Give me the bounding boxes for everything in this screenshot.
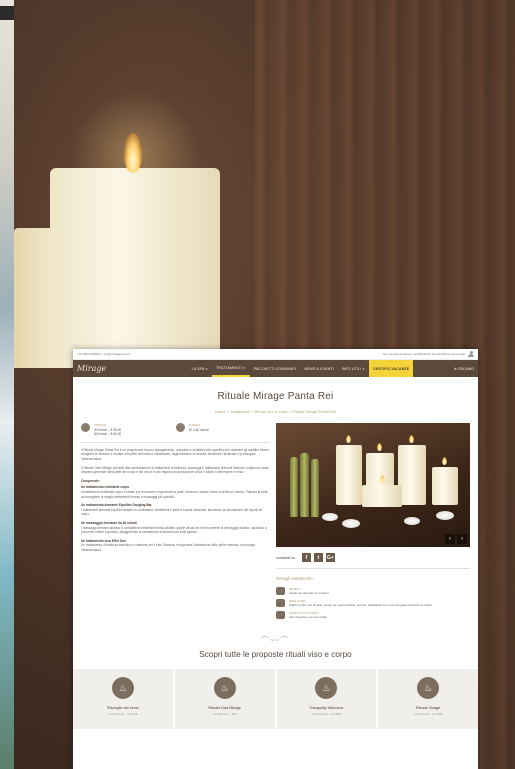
- section-paragraph: Il trattamento esfoliante corpo è ideale…: [81, 489, 268, 499]
- card-name: Rituale Visage: [415, 706, 441, 710]
- related-card[interactable]: ♨ Rituale Visage 3 trattamenti – da 100€: [378, 669, 478, 729]
- description-column: PREZZO 30 minuti – € 35,00 60 minuti – €…: [81, 423, 270, 623]
- card-name: Rituale Dad Mirage: [208, 706, 241, 710]
- intro-paragraph: Il Rituale Mirage Panta Rei è un program…: [81, 447, 270, 461]
- oil-bottle: [290, 457, 298, 517]
- main-nav: Mirage LA SPA ∨ TRATTAMENTI ∨ PACCHETTI …: [73, 360, 478, 377]
- topbar-right: Sei una parrucchiera o un'Estetista? Acc…: [383, 350, 474, 358]
- section-paragraph: I massaggi drenanti aiutano a combattere…: [81, 525, 267, 535]
- website-mockup: +39 0999 999999 • info@miragegroup.it Se…: [73, 349, 478, 769]
- nav-item-certificati[interactable]: CERTIFIC.VACANZE: [368, 360, 414, 377]
- info-row: PREZZO 30 minuti – € 35,00 60 minuti – €…: [81, 423, 270, 443]
- candle: [336, 445, 362, 505]
- detail-row-skin: IDEALE PER Adatto a tutti i tipi di pell…: [276, 599, 470, 607]
- people-icon: [276, 599, 285, 607]
- duration-info: DURATA 30 o 60 minuti: [175, 423, 271, 437]
- duration-value: 30 o 60 minuti: [188, 427, 209, 432]
- candle: [398, 445, 426, 505]
- user-icon[interactable]: [468, 350, 474, 358]
- prev-arrow-icon[interactable]: ‹: [445, 534, 455, 544]
- card-sub: 3 trattamenti – da 160€: [311, 712, 341, 716]
- main-content: PREZZO 30 minuti – € 35,00 60 minuti – €…: [73, 423, 478, 623]
- nav-item-trattamenti[interactable]: TRATTAMENTI ∨: [212, 360, 250, 377]
- share-label: condividi su: [276, 555, 295, 560]
- related-card[interactable]: ♨ Risveglio dei sensi 3 trattamenti – da…: [73, 669, 173, 729]
- card-name: Tranquility Welcome: [309, 706, 344, 710]
- spa-icon: ♨: [315, 677, 338, 699]
- login-notice[interactable]: Sei una parrucchiera o un'Estetista? Acc…: [383, 352, 465, 356]
- price-info: PREZZO 30 minuti – € 35,00 60 minuti – €…: [81, 423, 176, 437]
- section-paragraph: Un trattamento di bellezza intensivo e n…: [81, 543, 255, 552]
- flame: [409, 435, 414, 443]
- detail-value: Olio di jojoba e oli essenziali: [289, 615, 327, 619]
- nav-item-info[interactable]: INFO UTILI ∨: [338, 360, 369, 377]
- stone: [436, 511, 454, 520]
- flame: [380, 475, 385, 483]
- detail-value: Ideale per alleviare le tensioni.: [289, 591, 330, 595]
- slider-controls: ‹ ›: [445, 534, 467, 544]
- treatment-photo: ‹ ›: [276, 423, 470, 547]
- section-heading: Comprende:: [81, 478, 100, 483]
- spa-icon: ♨: [417, 677, 440, 699]
- menu: LA SPA ∨ TRATTAMENTI ∨ PACCHETTI COMBINA…: [188, 360, 414, 377]
- stone: [404, 517, 420, 525]
- flame: [442, 457, 447, 465]
- next-arrow-icon[interactable]: ›: [457, 534, 467, 544]
- nav-item-spa[interactable]: LA SPA ∨: [188, 360, 212, 377]
- ornament-divider: ⌒〰⌒: [260, 636, 291, 645]
- detail-row-benefit: BENEFIT Ideale per alleviare le tensioni…: [276, 587, 470, 595]
- detail-value: Adatto a tutti i tipi di pelle, ideale p…: [289, 603, 434, 607]
- twitter-icon[interactable]: t: [313, 553, 323, 562]
- price-tag-icon: [81, 423, 90, 432]
- oil-bottle: [311, 459, 319, 517]
- check-icon: [175, 423, 185, 432]
- section-paragraph: I trattamenti drenanti Equilibri aiutano…: [81, 507, 263, 517]
- contact-info: +39 0999 999999 • info@miragegroup.it: [77, 352, 131, 356]
- price-value-2: 60 minuti – € 60,00: [94, 432, 122, 437]
- facebook-icon[interactable]: f: [301, 553, 311, 562]
- stone: [342, 519, 360, 528]
- stone: [322, 513, 338, 521]
- details-title: Dettagli trattamento: [276, 576, 313, 581]
- oil-bottle: [300, 453, 309, 517]
- left-panel-strip: [0, 0, 14, 769]
- breadcrumb[interactable]: Home > Trattamenti > Rituali viso e corp…: [73, 409, 478, 414]
- left-panel-toolbar: [0, 6, 14, 20]
- page-title: Rituale Mirage Panta Rei: [217, 391, 334, 402]
- card-sub: 3 trattamenti – da 100€: [413, 712, 443, 716]
- card-sub: 4 trattamenti – 95€: [212, 712, 237, 716]
- flame: [377, 443, 382, 451]
- top-bar: +39 0999 999999 • info@miragegroup.it Se…: [73, 349, 478, 360]
- heart-icon: [276, 587, 285, 595]
- language-selector[interactable]: ⊕ ITALIANO: [454, 367, 474, 371]
- related-card[interactable]: ♨ Rituale Dad Mirage 4 trattamenti – 95€: [174, 669, 275, 729]
- candle: [432, 467, 458, 505]
- related-cards: ♨ Risveglio dei sensi 3 trattamenti – da…: [73, 669, 478, 729]
- large-candle: [50, 168, 220, 368]
- candle: [362, 485, 402, 507]
- google-plus-icon[interactable]: G+: [325, 553, 335, 562]
- share-bar: condividi su f t G+: [276, 553, 470, 569]
- logo[interactable]: Mirage: [77, 364, 147, 373]
- related-card[interactable]: ♨ Tranquility Welcome 3 trattamenti – da…: [276, 669, 377, 729]
- card-name: Risveglio dei sensi: [107, 706, 139, 710]
- discover-title: Scopri tutte le proposte rituali viso e …: [199, 650, 352, 659]
- intro-paragraph-2: Il Rituale Over Mirage prevede alla comb…: [81, 465, 269, 475]
- card-sub: 3 trattamenti – da 100€: [108, 712, 138, 716]
- candle-flame: [124, 133, 142, 173]
- nav-item-pacchetti[interactable]: PACCHETTI COMBINATI: [250, 360, 301, 377]
- spa-icon: ♨: [213, 677, 236, 699]
- detail-row-product: PRODOTTI UTILIZZATI Olio di jojoba e oli…: [276, 611, 470, 619]
- leaf-icon: [276, 611, 285, 619]
- nav-item-news[interactable]: NEWS & EVENTI: [300, 360, 337, 377]
- spa-icon: ♨: [111, 677, 134, 699]
- flame: [346, 435, 351, 443]
- sidebar-column: ‹ › condividi su f t G+ Dettagli trattam…: [276, 423, 470, 623]
